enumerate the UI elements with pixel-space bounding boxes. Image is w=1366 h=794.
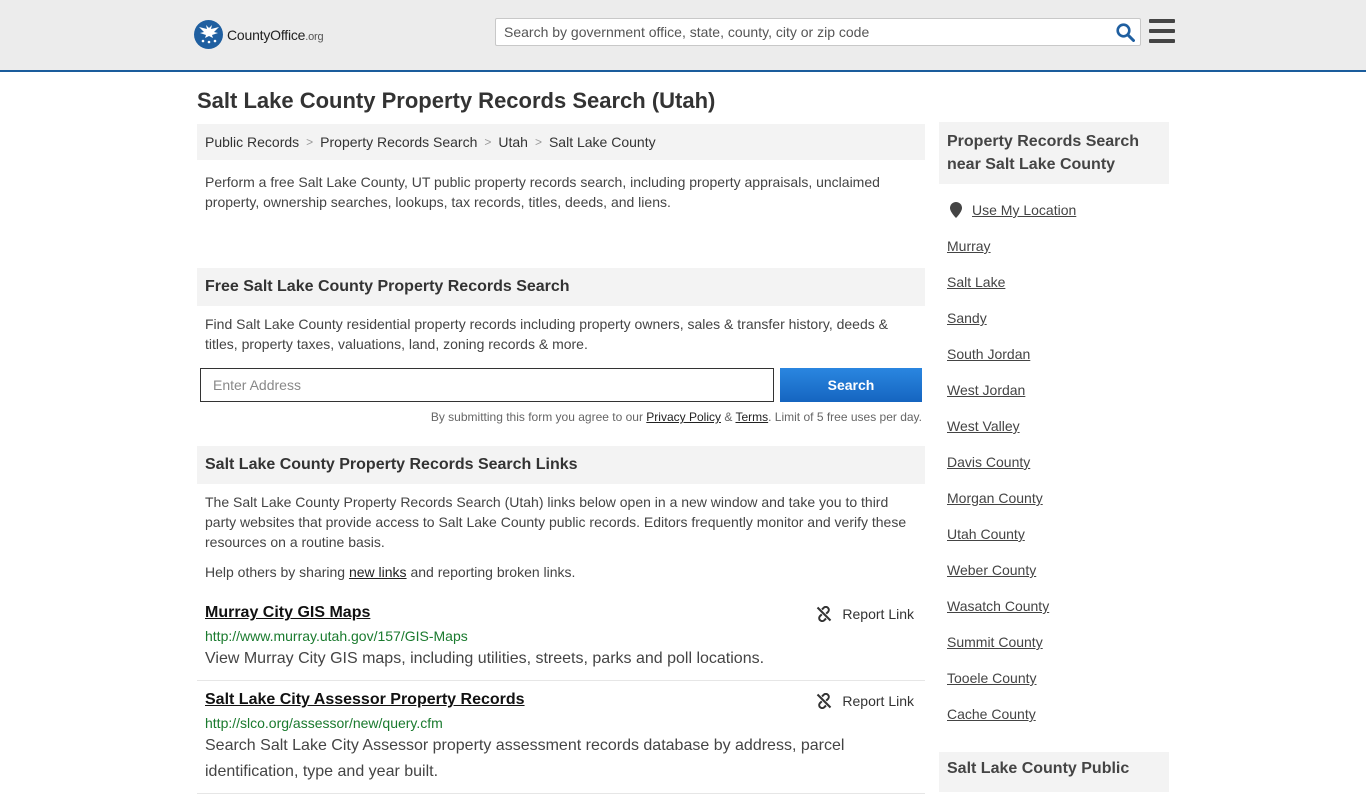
site-logo[interactable]: CountyOffice.org — [194, 20, 324, 49]
resource-url: http://slco.org/assessor/new/query.cfm — [205, 715, 443, 731]
resource-link-title[interactable]: Murray City GIS Maps — [205, 604, 370, 621]
page-title: Salt Lake County Property Records Search… — [197, 88, 716, 113]
report-link-button[interactable]: Report Link — [816, 693, 914, 709]
help-text: Help others by sharing new links and rep… — [205, 564, 576, 580]
nearby-places-list: Use My Location Murray Salt Lake Sandy S… — [939, 184, 1169, 742]
use-my-location: Use My Location — [947, 202, 1161, 238]
list-item: Murray City GIS Maps Report Link http://… — [197, 594, 925, 681]
resource-description: View Murray City GIS maps, including uti… — [205, 650, 765, 667]
breadcrumb-separator-icon: > — [484, 135, 492, 149]
resource-url: http://www.murray.utah.gov/157/GIS-Maps — [205, 628, 468, 644]
sidebar-item-weber-county: Weber County — [947, 562, 1037, 578]
search-icon[interactable] — [1110, 19, 1140, 45]
use-my-location-link[interactable]: Use My Location — [972, 202, 1076, 218]
broken-link-icon — [817, 693, 832, 709]
free-search-description: Find Salt Lake County residential proper… — [205, 316, 888, 352]
eagle-logo-icon — [194, 20, 223, 49]
logo-text: CountyOffice.org — [227, 26, 324, 43]
terms-link[interactable]: Terms — [735, 410, 768, 424]
new-links-link[interactable]: new links — [349, 564, 407, 580]
breadcrumb-utah[interactable]: Utah — [498, 134, 528, 150]
site-header: CountyOffice.org — [0, 0, 1366, 72]
sidebar-item-south-jordan: South Jordan — [947, 346, 1031, 362]
sidebar-item-cache-county: Cache County — [947, 706, 1036, 722]
links-heading: Salt Lake County Property Records Search… — [197, 446, 925, 484]
privacy-policy-link[interactable]: Privacy Policy — [646, 410, 721, 424]
sidebar-item-salt-lake: Salt Lake — [947, 274, 1006, 290]
links-description: The Salt Lake County Property Records Se… — [205, 494, 907, 550]
location-pin-icon — [950, 202, 962, 218]
sidebar-item-davis-county: Davis County — [947, 454, 1031, 470]
list-item: Salt Lake City Assessor Property Records… — [197, 681, 925, 794]
breadcrumb-separator-icon: > — [534, 135, 542, 149]
resource-link-title[interactable]: Salt Lake City Assessor Property Records — [205, 691, 525, 708]
address-input[interactable] — [200, 368, 774, 402]
sidebar: Property Records Search near Salt Lake C… — [939, 122, 1169, 792]
breadcrumb-separator-icon: > — [306, 135, 314, 149]
address-search-button[interactable]: Search — [780, 368, 922, 402]
sidebar-item-utah-county: Utah County — [947, 526, 1025, 542]
site-search — [495, 18, 1141, 46]
address-search-form: Search — [197, 354, 925, 402]
site-search-input[interactable] — [496, 19, 1110, 45]
main-content: Public Records > Property Records Search >… — [197, 124, 925, 794]
sidebar-item-sandy: Sandy — [947, 310, 987, 326]
free-search-heading: Free Salt Lake County Property Records S… — [197, 268, 925, 306]
sidebar-item-wasatch-county: Wasatch County — [947, 598, 1050, 614]
breadcrumb-public-records[interactable]: Public Records — [205, 134, 299, 150]
resource-description: Search Salt Lake City Assessor property … — [205, 737, 845, 780]
sidebar-item-murray: Murray — [947, 238, 991, 254]
sidebar-item-tooele-county: Tooele County — [947, 670, 1037, 686]
breadcrumb-property-records-search[interactable]: Property Records Search — [320, 134, 477, 150]
sidebar-heading-public: Salt Lake County Public — [939, 752, 1169, 792]
hamburger-menu-icon[interactable] — [1149, 19, 1175, 43]
sidebar-item-summit-county: Summit County — [947, 634, 1043, 650]
report-link-button[interactable]: Report Link — [816, 606, 914, 622]
terms-notice: By submitting this form you agree to our… — [430, 410, 922, 424]
sidebar-item-west-valley: West Valley — [947, 418, 1020, 434]
sidebar-heading: Property Records Search near Salt Lake C… — [939, 122, 1169, 184]
broken-link-icon — [817, 606, 832, 622]
sidebar-item-west-jordan: West Jordan — [947, 382, 1026, 398]
breadcrumb: Public Records > Property Records Search >… — [197, 124, 925, 160]
breadcrumb-current: Salt Lake County — [548, 134, 656, 150]
sidebar-item-morgan-county: Morgan County — [947, 490, 1043, 506]
intro-text: Perform a free Salt Lake County, UT publ… — [205, 174, 880, 210]
